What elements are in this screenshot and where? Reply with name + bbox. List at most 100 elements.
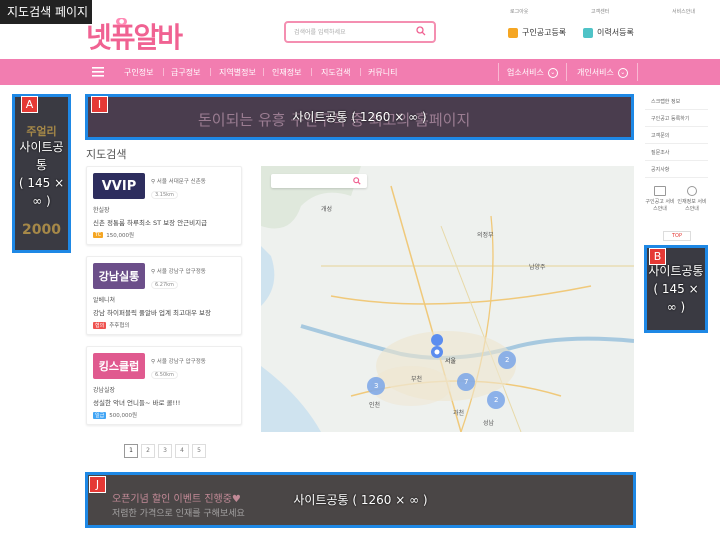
ad-text: 사이트공통 ( 1260 × ∞ ) xyxy=(292,110,427,124)
document-icon xyxy=(508,27,518,38)
business-service-menu[interactable]: 업소서비스 ⌄ xyxy=(507,67,558,78)
sidebar-icon-label: 구인공고 서비스안내 xyxy=(645,199,675,212)
chevron-down-icon: ⌄ xyxy=(617,67,628,78)
map-label: 과천 xyxy=(453,410,465,417)
chevron-down-icon: ⌄ xyxy=(547,67,558,78)
listing-thumbnail: 강남실통 xyxy=(93,263,145,289)
listing-distance: 6.27km xyxy=(151,281,178,289)
logo-badge-icon: ● xyxy=(116,18,128,25)
ad-text: 사이트공통 xyxy=(19,139,64,172)
nav-divider xyxy=(311,68,312,76)
map-label: 성남 xyxy=(483,420,495,427)
nav-divider xyxy=(210,68,211,76)
ad-size: ( 145 × ∞ ) xyxy=(18,175,65,208)
page-button[interactable]: 5 xyxy=(192,444,206,458)
map-label: 남양주 xyxy=(529,264,546,271)
listing-desc: 강남 하이퍼블릭 풀알바 업계 최고대우 보장 xyxy=(93,309,211,317)
sidebar-item-post-job[interactable]: 구인공고 등록하기 xyxy=(645,111,708,127)
nav-divider xyxy=(163,68,164,76)
page-button[interactable]: 4 xyxy=(175,444,189,458)
ad-top-i[interactable]: 돈이되는 유흥 구인구직 중 최고의 홈페이지 사이트공통 ( 1260 × ∞… xyxy=(85,94,634,140)
ad-label-j: J xyxy=(89,476,106,493)
pagination: 1 2 3 4 5 xyxy=(124,444,206,458)
sidebar-item-survey[interactable]: 질문조사 xyxy=(645,145,708,161)
nav-item-job-info[interactable]: 구인정보 xyxy=(124,67,153,78)
ad-left-a[interactable]: 주얼리 2000 사이트공통( 145 × ∞ ) xyxy=(12,94,71,253)
map-label: 부천 xyxy=(411,376,423,383)
nav-divider xyxy=(637,63,638,81)
business-service-label: 업소서비스 xyxy=(507,68,544,77)
nav-item-map-search[interactable]: 지도검색 xyxy=(321,67,350,78)
pay-type-badge: 일급 xyxy=(93,411,107,419)
ad-label-i: I xyxy=(91,96,108,113)
user-icon xyxy=(687,186,697,196)
ad-text: 사이트공통 ( 1260 × ∞ ) xyxy=(293,493,428,507)
job-post-label: 구인공고등록 xyxy=(522,28,567,37)
page-button[interactable]: 3 xyxy=(158,444,172,458)
listing-card[interactable]: 킹스클럽 ⚲ 서울 강남구 압구정동 6.50km 강남실장 성실한 악녀 언니… xyxy=(86,346,242,425)
search-icon[interactable] xyxy=(416,26,426,36)
nav-item-urgent[interactable]: 급구정보 xyxy=(171,67,200,78)
resume-label: 이력서등록 xyxy=(597,28,634,37)
briefcase-icon xyxy=(654,186,666,196)
job-post-button[interactable]: 구인공고등록 xyxy=(508,27,566,38)
pay-type-badge: 협의 xyxy=(93,321,107,329)
map-view[interactable]: 2 3 7 2 개성 의정부 남양주 서울 인천 과천 부천 성남 xyxy=(261,166,634,432)
map-label: 서울 xyxy=(445,358,457,365)
pay-amount: 150,000원 xyxy=(106,233,135,239)
nav-item-region[interactable]: 지역별정보 xyxy=(219,67,256,78)
map-label: 개성 xyxy=(321,206,333,213)
sidebar-item-inquiry[interactable]: 고객문의 xyxy=(645,128,708,144)
hamburger-menu-icon[interactable] xyxy=(92,67,104,77)
personal-service-label: 개인서비스 xyxy=(577,68,614,77)
ad-bg-text-2: 저렴한 가격으로 인재를 구해보세요 xyxy=(112,509,245,519)
map-search-input[interactable] xyxy=(271,174,367,188)
main-nav: 구인정보 급구정보 지역별정보 인재정보 지도검색 커뮤니티 업소서비스 ⌄ 개인… xyxy=(0,59,720,85)
listing-thumbnail: VVIP xyxy=(93,173,145,199)
listing-location: ⚲ 서울 서대문구 신촌동 xyxy=(151,179,206,185)
pay-amount: 500,000원 xyxy=(109,413,138,419)
sidebar-icon-label: 인재정보 서비스안내 xyxy=(677,199,707,212)
nav-item-talent[interactable]: 인재정보 xyxy=(272,67,301,78)
top-link-logout[interactable]: 로그아웃 xyxy=(510,8,528,15)
nav-divider xyxy=(566,63,567,81)
listing-pay: 일급 500,000원 xyxy=(93,411,235,419)
site-logo[interactable]: 넷퓨알바 ● xyxy=(86,14,206,54)
resume-button[interactable]: 이력서등록 xyxy=(583,27,634,38)
scroll-top-button[interactable]: TOP xyxy=(663,231,691,241)
listing-location: ⚲ 서울 강남구 압구정동 xyxy=(151,269,206,275)
nav-divider xyxy=(360,68,361,76)
search-input[interactable]: 검색어를 입력하세요 xyxy=(284,21,436,43)
logo-text: 넷퓨알바 xyxy=(86,21,183,54)
ad-bottom-j[interactable]: 오픈기념 할인 이벤트 진행중♥ 저렴한 가격으로 인재를 구해보세요 사이트공… xyxy=(85,472,636,528)
listing-desc: 성실한 악녀 언니들~ 바로 콜!!! xyxy=(93,399,181,407)
page-button[interactable]: 2 xyxy=(141,444,155,458)
listing-desc: 신촌 정통룸 하루최소 ST 보장 안근비지급 xyxy=(93,219,208,227)
cluster-count: 2 xyxy=(505,356,510,364)
sidebar-item-notice[interactable]: 공지사항 xyxy=(645,162,708,178)
ad-label-b: B xyxy=(649,248,666,265)
map-label: 인천 xyxy=(369,402,381,409)
listing-card[interactable]: VVIP ⚲ 서울 서대문구 신촌동 3.15km 한실장 신촌 정통룸 하루최… xyxy=(86,166,242,245)
listing-distance: 3.15km xyxy=(151,191,178,199)
listing-card[interactable]: 강남실통 ⚲ 서울 강남구 압구정동 6.27km 알베니쳐 강남 하이퍼블릭 … xyxy=(86,256,242,335)
cluster-count: 2 xyxy=(494,396,499,404)
search-icon[interactable] xyxy=(353,177,361,185)
listing-name: 알베니쳐 xyxy=(93,297,116,304)
listing-distance: 6.50km xyxy=(151,371,178,379)
top-link-support[interactable]: 고객센터 xyxy=(591,8,609,15)
page-button[interactable]: 1 xyxy=(124,444,138,458)
personal-service-menu[interactable]: 개인서비스 ⌄ xyxy=(577,67,628,78)
ad-bg-text: 오픈기념 할인 이벤트 진행중♥ xyxy=(112,494,241,505)
cluster-count: 7 xyxy=(464,378,469,386)
map-canvas[interactable] xyxy=(261,166,634,432)
listing-location: ⚲ 서울 강남구 압구정동 xyxy=(151,359,206,365)
ad-size: ( 145 × ∞ ) xyxy=(653,282,699,314)
page-tag: 지도검색 페이지 xyxy=(0,0,92,24)
sidebar-talent-service[interactable]: 인재정보 서비스안내 xyxy=(676,186,708,212)
pay-type-badge: TC xyxy=(93,232,104,238)
top-link-service[interactable]: 서비스안내 xyxy=(672,8,695,15)
nav-item-community[interactable]: 커뮤니티 xyxy=(368,67,397,78)
sidebar-item-scrap[interactable]: 스크랩한 정보 xyxy=(645,94,708,110)
sidebar-job-service[interactable]: 구인공고 서비스안내 xyxy=(645,186,675,212)
